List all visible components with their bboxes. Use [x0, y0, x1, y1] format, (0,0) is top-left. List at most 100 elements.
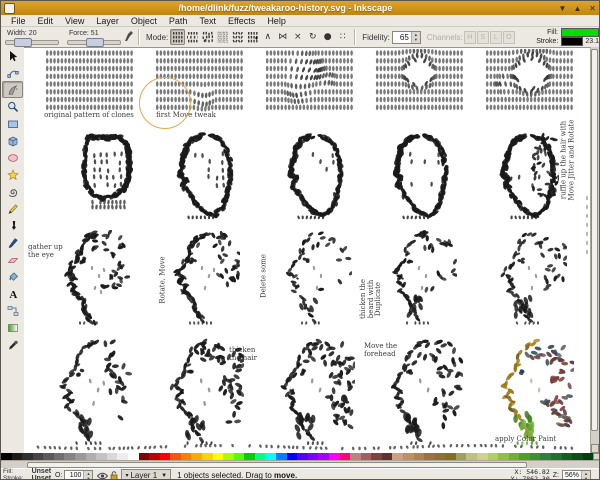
- mode-duplicate-delete-button[interactable]: [245, 29, 260, 45]
- tool-box-3d-button[interactable]: [2, 132, 23, 149]
- palette-swatch[interactable]: [582, 453, 594, 460]
- palette-swatch[interactable]: [96, 453, 107, 460]
- palette-swatch[interactable]: [170, 453, 181, 460]
- palette-swatch[interactable]: [244, 453, 255, 460]
- face-beard[interactable]: [375, 230, 457, 328]
- layer-visibility-toggle[interactable]: [97, 472, 109, 480]
- palette-swatch[interactable]: [540, 453, 552, 460]
- tool-pen-button[interactable]: [2, 217, 23, 234]
- canvas-annotation[interactable]: Move the forehead: [364, 342, 397, 358]
- canvas-annotation[interactable]: original pattern of clones: [44, 111, 134, 120]
- next-row-preview[interactable]: [34, 444, 590, 452]
- palette-swatch[interactable]: [43, 453, 54, 460]
- tool-spiral-button[interactable]: [2, 183, 23, 200]
- tool-connector-button[interactable]: [2, 302, 23, 319]
- palette-swatch[interactable]: [117, 453, 128, 460]
- mode-rotate-button[interactable]: [230, 29, 245, 45]
- layer-selector[interactable]: ▾ Layer 1 ▼: [121, 469, 172, 479]
- tool-tweak-button[interactable]: [2, 81, 23, 98]
- width-slider[interactable]: [5, 37, 59, 47]
- palette-swatch[interactable]: [413, 453, 425, 460]
- menu-path[interactable]: Path: [163, 15, 194, 27]
- tool-text-button[interactable]: A: [2, 285, 23, 302]
- menu-effects[interactable]: Effects: [222, 15, 261, 27]
- proto-face-2[interactable]: [160, 130, 236, 221]
- fill-swatch[interactable]: [561, 28, 599, 37]
- tool-pencil-button[interactable]: [2, 200, 23, 217]
- palette-swatch[interactable]: [212, 453, 224, 460]
- mode-shrink-grow-button[interactable]: ⋈: [275, 29, 290, 45]
- palette-swatch[interactable]: [159, 453, 171, 460]
- palette-swatch[interactable]: [180, 453, 192, 460]
- palette-swatch[interactable]: [1, 453, 12, 460]
- scrollbar-corner-button[interactable]: [591, 444, 599, 453]
- clone-grid-hole-2[interactable]: [485, 49, 575, 115]
- face-beard-2[interactable]: [485, 230, 567, 328]
- tool-selector-button[interactable]: [2, 47, 23, 64]
- mode-color-paint-button[interactable]: ●: [320, 29, 335, 45]
- horizontal-scrollbar[interactable]: [1, 460, 599, 468]
- palette-swatch[interactable]: [297, 453, 308, 460]
- fidelity-spinbox[interactable]: 65 ▲ ▼: [391, 30, 421, 44]
- tool-paint-bucket-button[interactable]: [2, 268, 23, 285]
- maximize-button[interactable]: ▲: [571, 3, 584, 14]
- palette-swatch[interactable]: [381, 453, 393, 460]
- palette-swatch[interactable]: [445, 453, 456, 460]
- clone-grid-original[interactable]: [45, 49, 135, 115]
- menu-object[interactable]: Object: [125, 15, 163, 27]
- palette-swatch[interactable]: [487, 453, 499, 460]
- canvas[interactable]: original pattern of clones first Move twe…: [24, 47, 593, 454]
- zoom-spinbox[interactable]: 56% ▲ ▼: [561, 469, 591, 479]
- proto-face-1[interactable]: [58, 130, 134, 221]
- canvas-annotation[interactable]: Rotate, Move: [158, 256, 167, 303]
- mode-move-button[interactable]: [170, 29, 186, 45]
- canvas-annotation[interactable]: apply Color Paint: [495, 435, 556, 444]
- palette-swatch[interactable]: [127, 453, 139, 460]
- palette-swatch[interactable]: [75, 453, 86, 460]
- title-bar[interactable]: /home/dlink/fuzz/tweakaroo-history.svg -…: [1, 1, 599, 15]
- face-rotate-move[interactable]: [158, 230, 240, 328]
- palette-swatch[interactable]: [551, 453, 562, 460]
- palette-swatch[interactable]: [424, 453, 435, 460]
- palette-swatch[interactable]: [22, 453, 33, 460]
- palette-swatch[interactable]: [572, 453, 583, 460]
- palette-swatch[interactable]: [466, 453, 478, 460]
- palette-swatch[interactable]: [64, 453, 76, 460]
- palette-swatch[interactable]: [434, 453, 446, 460]
- canvas-annotation[interactable]: gather up the eye: [28, 243, 63, 259]
- palette-swatch[interactable]: [392, 453, 403, 460]
- face-colored[interactable]: [482, 338, 575, 449]
- palette-swatch[interactable]: [561, 453, 573, 460]
- tool-calligraphy-button[interactable]: [2, 234, 23, 251]
- palette-swatch[interactable]: [371, 453, 382, 460]
- palette-swatch[interactable]: [519, 453, 530, 460]
- force-slider[interactable]: [67, 37, 121, 47]
- tool-node-editor-button[interactable]: [2, 64, 23, 81]
- palette-swatch[interactable]: [508, 453, 520, 460]
- mode-scale-button[interactable]: [215, 29, 230, 45]
- tool-ellipse-button[interactable]: [2, 149, 23, 166]
- palette-swatch[interactable]: [276, 453, 287, 460]
- palette-swatch[interactable]: [254, 453, 266, 460]
- proto-face-4[interactable]: [375, 130, 451, 221]
- tool-rectangle-button[interactable]: [2, 115, 23, 132]
- opacity-spinbox[interactable]: 100 ▲ ▼: [64, 469, 94, 479]
- tool-dropper-button[interactable]: [2, 336, 23, 353]
- palette-scroll-button[interactable]: [593, 453, 599, 460]
- palette-swatch[interactable]: [149, 453, 160, 460]
- tool-zoom-button[interactable]: [2, 98, 23, 115]
- proto-face-3[interactable]: [270, 130, 346, 221]
- palette-swatch[interactable]: [85, 453, 97, 460]
- menu-help[interactable]: Help: [261, 15, 292, 27]
- palette-swatch[interactable]: [328, 453, 340, 460]
- shade-button[interactable]: ▼: [556, 3, 569, 14]
- canvas-annotation[interactable]: thicken the hair: [229, 346, 257, 362]
- face-thick-hair-2[interactable]: [263, 338, 356, 449]
- layer-lock-toggle[interactable]: [110, 471, 118, 479]
- clone-grid-wave[interactable]: [265, 49, 355, 115]
- menu-layer[interactable]: Layer: [90, 15, 125, 27]
- palette-swatch[interactable]: [307, 453, 319, 460]
- menu-file[interactable]: File: [5, 15, 32, 27]
- canvas-annotation[interactable]: thicken the beard with Duplicate: [359, 279, 383, 319]
- palette-swatch[interactable]: [223, 453, 234, 460]
